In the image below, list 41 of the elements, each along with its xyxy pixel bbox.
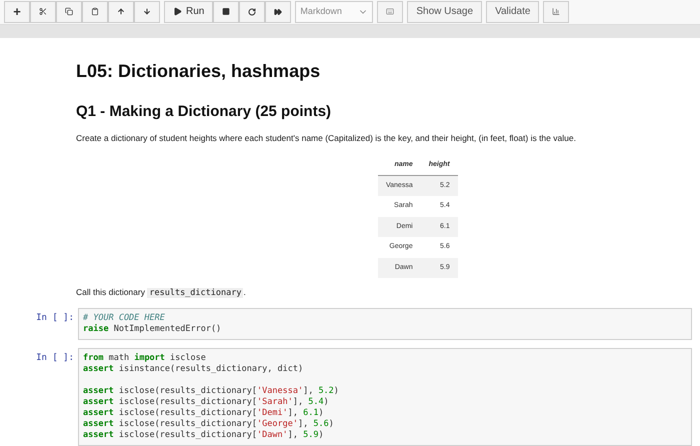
code-line: assert isclose(results_dictionary['George'], 5.6) xyxy=(83,419,335,430)
keyboard-icon xyxy=(386,6,394,18)
question-description: Create a dictionary of student heights where each student's name (Capitalized) is the key, and their height, (in feet, float) is the value. xyxy=(76,132,577,144)
input-prompt: In [ ]: xyxy=(35,352,75,365)
notebook-title: L05: Dictionaries, hashmaps xyxy=(76,60,322,83)
add-cell-button[interactable]: + xyxy=(4,0,30,23)
input-prompt: In [ ]: xyxy=(35,312,75,325)
code-line: assert isclose(results_dictionary['Demi'], 6.1) xyxy=(83,408,325,419)
arrow-down-icon xyxy=(143,6,151,18)
fast-forward-icon xyxy=(274,6,282,17)
run-button[interactable]: Run xyxy=(164,0,214,23)
cut-button[interactable] xyxy=(30,0,56,23)
toolbar-text-button[interactable]: Show Usage xyxy=(407,0,482,23)
code-line: assert isclose(results_dictionary['Sarah'], 5.4) xyxy=(83,397,330,408)
scissors-icon xyxy=(39,6,47,18)
restart-icon xyxy=(248,6,256,17)
move-up-button[interactable] xyxy=(108,0,134,23)
chart-button[interactable] xyxy=(543,0,570,23)
play-icon xyxy=(173,7,182,16)
paste-button[interactable] xyxy=(82,0,108,23)
code-line: assert isclose(results_dictionary['Vanessa'], 5.2) xyxy=(83,386,340,397)
code-line: raise NotImplementedError() xyxy=(83,324,222,335)
question-heading: Q1 - Making a Dictionary (25 points) xyxy=(76,102,332,122)
code-line: assert isinstance(results_dictionary, dict) xyxy=(83,364,304,375)
code-editor[interactable]: # YOUR CODE HERE raise NotImplementedError() xyxy=(78,308,692,340)
toolbar-text-button[interactable]: Validate xyxy=(486,0,540,23)
bar-chart-icon xyxy=(552,6,560,18)
restart-button[interactable] xyxy=(239,0,266,23)
run-all-button[interactable] xyxy=(265,0,292,23)
code-line: assert isclose(results_dictionary['Dawn'], 5.9) xyxy=(83,430,325,441)
clipboard-icon xyxy=(91,6,99,18)
code-line: # YOUR CODE HERE xyxy=(83,313,166,324)
note-text: Call this dictionary results_dictionary . xyxy=(76,286,247,300)
stop-button[interactable] xyxy=(213,0,240,23)
copy-button[interactable] xyxy=(56,0,82,23)
stop-icon xyxy=(222,7,230,16)
copy-icon xyxy=(65,6,73,18)
code-line: from math import isclose xyxy=(83,353,207,364)
code-editor[interactable] xyxy=(78,348,692,446)
keyboard-button[interactable] xyxy=(377,0,404,23)
move-down-button[interactable] xyxy=(134,0,160,23)
